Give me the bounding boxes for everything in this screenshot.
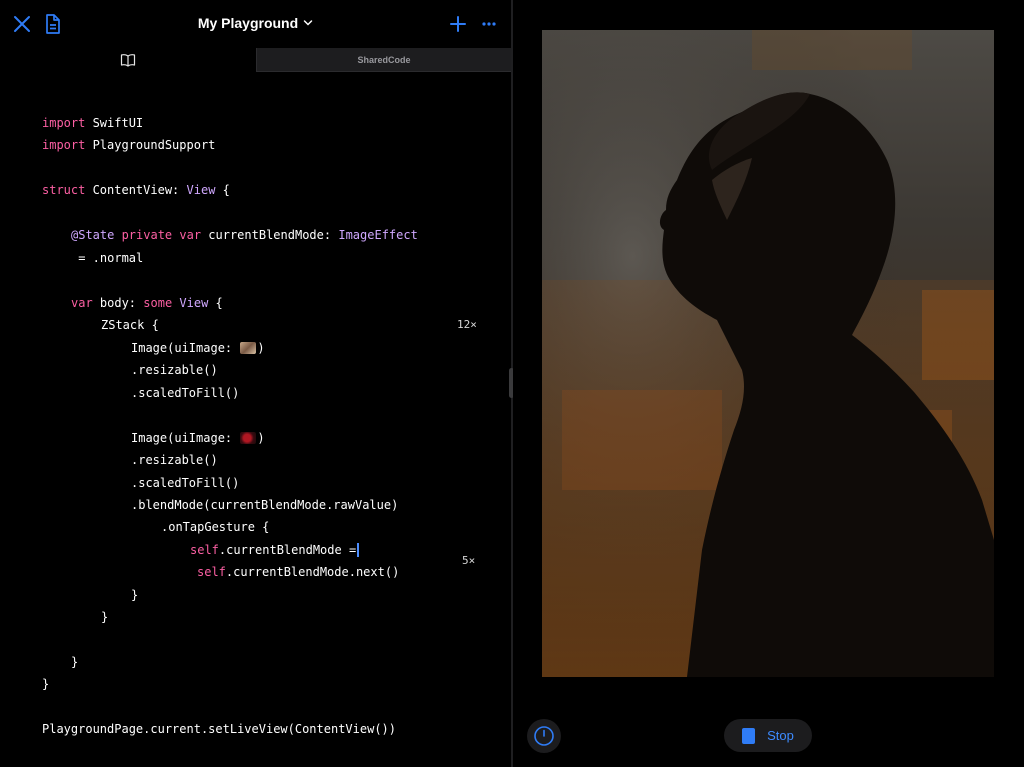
close-icon[interactable] [10,12,34,36]
playground-title: My Playground [197,15,299,31]
document-icon[interactable] [41,12,65,36]
chevron-down-icon [303,20,313,26]
text-cursor [357,543,360,557]
more-icon[interactable] [477,12,501,36]
code-line-11: Image(uiImage: ) [131,431,265,445]
stop-label: Stop [767,728,794,743]
code-line-17: self.currentBlendMode.next() [197,565,400,579]
code-line-10: .scaledToFill() [131,386,240,400]
code-line-2: import PlaygroundSupport [42,138,216,152]
code-line-14: .blendMode(currentBlendMode.rawValue) [131,498,399,512]
playground-title-menu[interactable]: My Playground [198,15,313,31]
code-line-15: .onTapGesture { [161,520,270,534]
portrait-image [542,30,994,677]
code-line-20: } [71,655,79,669]
code-line-7: ZStack { [101,318,159,332]
result-badge-tap[interactable]: 5× [462,554,475,567]
result-badge-zstack[interactable]: 12× [457,318,477,331]
live-view-image[interactable] [542,30,994,677]
code-line-22: PlaygroundPage.current.setLiveView(Conte… [42,722,397,736]
tab-shared-code[interactable]: SharedCode [256,48,511,72]
code-line-21: } [42,677,50,691]
code-line-19: } [101,610,109,624]
code-line-3: struct ContentView: View { [42,183,230,197]
code-line-13: .scaledToFill() [131,476,240,490]
code-line-12: .resizable() [131,453,218,467]
code-line-8: Image(uiImage: ) [131,341,265,355]
plus-icon[interactable] [446,12,470,36]
stop-icon [742,727,756,744]
stop-button[interactable]: Stop [724,719,812,752]
editor-toolbar: My Playground [0,0,511,48]
speedometer-icon [534,726,554,746]
tab-shared-code-label: SharedCode [357,54,411,65]
file-tab-bar: SharedCode [0,48,511,72]
live-view-pane: Stop [513,0,1024,767]
code-line-5: = .normal [71,251,144,265]
image-literal-thumbnail-2[interactable] [240,432,257,444]
code-line-6: var body: some View { [71,296,223,310]
tab-main-page[interactable] [0,48,256,72]
image-literal-thumbnail-1[interactable] [240,342,257,354]
code-line-9: .resizable() [131,363,218,377]
code-line-18: } [131,588,139,602]
run-speed-button[interactable] [527,719,561,753]
code-line-4: @State private var currentBlendMode: Ima… [71,228,418,242]
book-icon [120,53,136,67]
code-line-16: self.currentBlendMode = [190,542,360,558]
code-line-1: import SwiftUI [42,116,144,130]
code-editor-pane: My Playground SharedCode import SwiftUI … [0,0,511,767]
